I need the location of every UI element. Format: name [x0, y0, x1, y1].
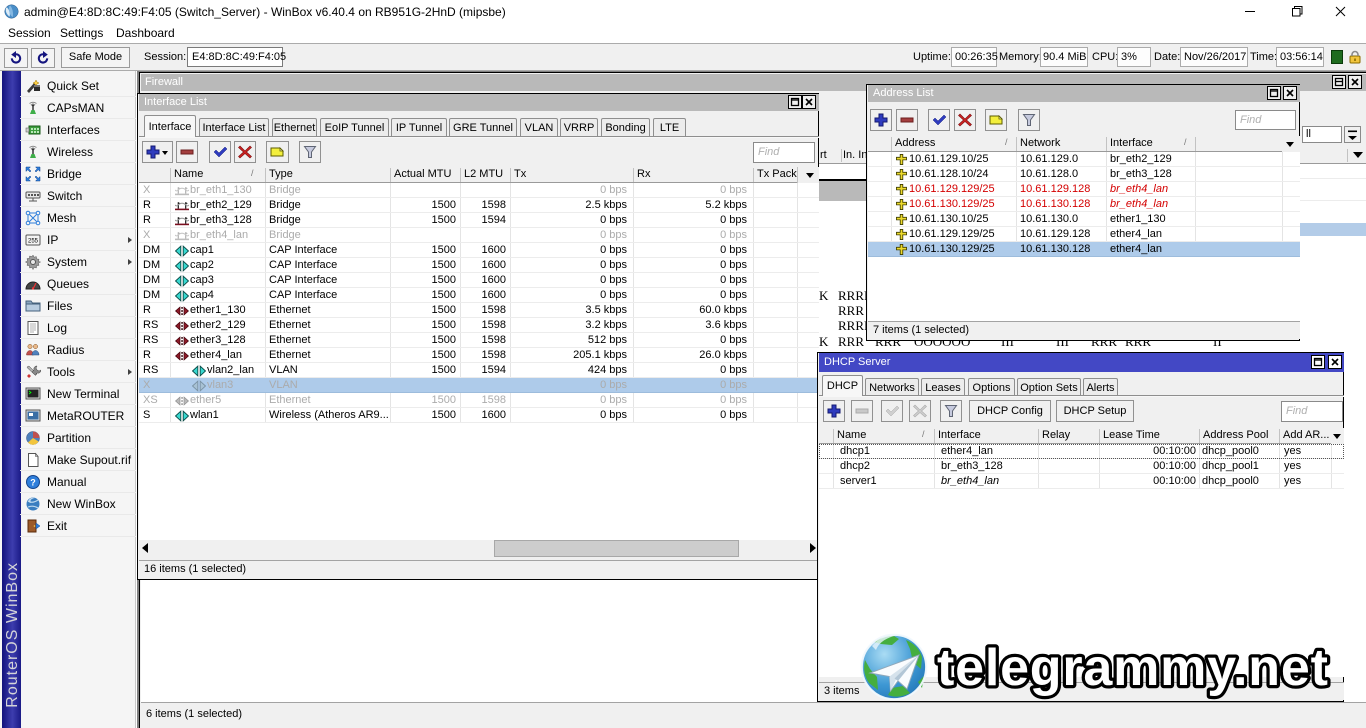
svg-text:telegrammy.net: telegrammy.net: [937, 639, 1329, 697]
